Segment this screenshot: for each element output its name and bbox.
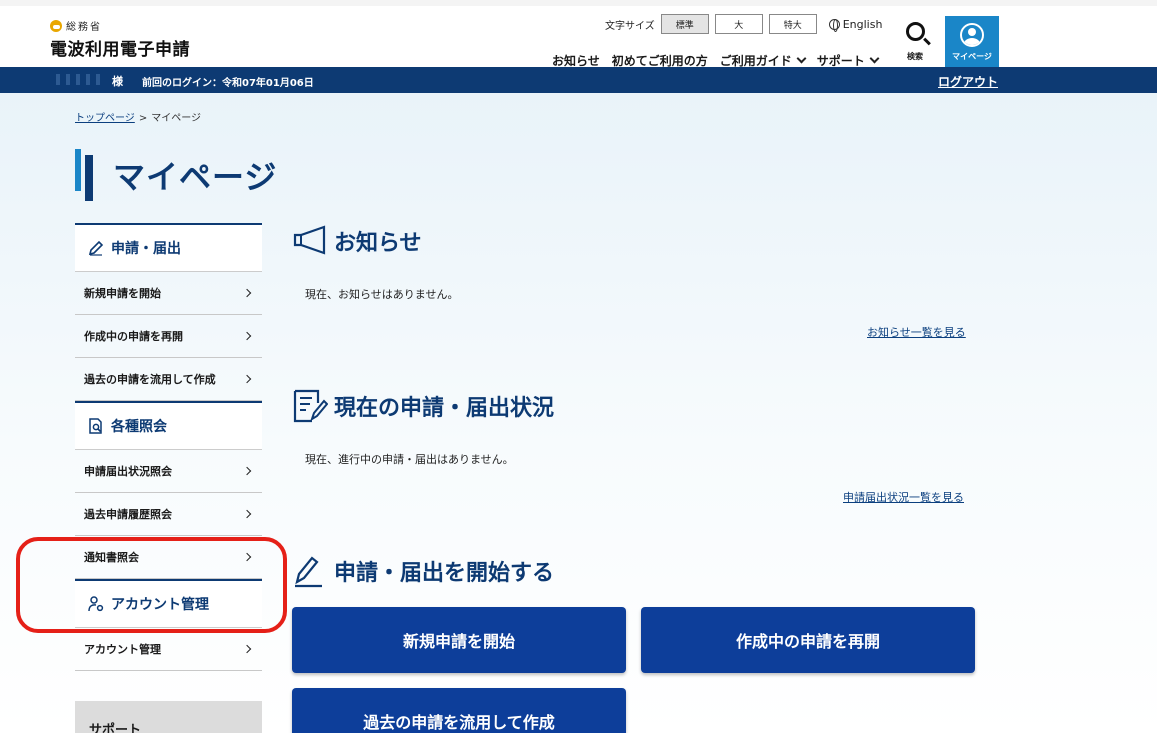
user-bar: 様 前回のログイン：令和07年01月06日 ログアウト	[0, 67, 1157, 93]
reuse-application-button[interactable]: 過去の申請を流用して作成	[292, 688, 626, 733]
notice-list-link[interactable]: お知らせ一覧を見る	[867, 324, 966, 340]
sidebar-item-reuse-application[interactable]: 過去の申請を流用して作成	[75, 358, 262, 401]
sidebar-item-label: 過去申請履歴照会	[84, 508, 172, 521]
globe-icon	[828, 18, 840, 32]
page-title: マイページ	[113, 158, 278, 196]
chevron-right-icon	[242, 288, 252, 298]
chevron-right-icon	[242, 644, 252, 654]
user-icon	[960, 23, 984, 47]
font-size-standard-button[interactable]: 標準	[660, 14, 709, 34]
pencil-icon	[88, 240, 104, 256]
sidebar-head-apply: 申請・届出	[75, 223, 262, 272]
search-label: 検索	[907, 52, 923, 61]
ministry-logo-icon	[50, 19, 62, 32]
sidebar-support-block[interactable]: サポート	[75, 701, 262, 733]
font-size-label: 文字サイズ	[605, 20, 655, 32]
sidebar-item-label: 申請届出状況照会	[84, 465, 172, 478]
site-title: 電波利用電子申請	[50, 40, 190, 60]
sidebar-item-label: 新規申請を開始	[84, 287, 161, 300]
search-icon	[905, 22, 925, 41]
chevron-right-icon	[242, 509, 252, 519]
sidebar-item-account-management[interactable]: アカウント管理	[75, 628, 262, 671]
chevron-down-icon	[796, 53, 807, 64]
search-button[interactable]: 検索	[896, 20, 934, 68]
ministry-name: 総務省	[50, 18, 190, 33]
font-size-switcher: 文字サイズ 標準 大 特大 English	[605, 14, 882, 34]
notice-heading: お知らせ	[292, 224, 422, 258]
ministry-label: 総務省	[66, 22, 102, 33]
site-logo[interactable]: 総務省 電波利用電子申請	[50, 18, 190, 60]
breadcrumb-current: マイページ	[151, 113, 202, 124]
status-heading: 現在の申請・届出状況	[292, 389, 554, 423]
start-title: 申請・届出を開始する	[334, 561, 555, 586]
font-size-large-button[interactable]: 大	[714, 14, 763, 34]
page-title-block: マイページ	[75, 149, 277, 201]
chevron-right-icon	[242, 331, 252, 341]
sidebar-item-new-application[interactable]: 新規申請を開始	[75, 272, 262, 315]
sidebar-item-history-inquiry[interactable]: 過去申請履歴照会	[75, 493, 262, 536]
logout-link[interactable]: ログアウト	[938, 73, 998, 90]
chevron-right-icon	[242, 374, 252, 384]
highlight-annotation	[16, 537, 287, 633]
site-header: 総務省 電波利用電子申請 文字サイズ 標準 大 特大 English お知らせ …	[0, 0, 1157, 70]
breadcrumb-separator: >	[138, 113, 148, 124]
notice-title: お知らせ	[334, 231, 422, 256]
mypage-label: マイページ	[952, 52, 992, 61]
status-empty-text: 現在、進行中の申請・届出はありません。	[305, 453, 514, 466]
sidebar-item-status-inquiry[interactable]: 申請届出状況照会	[75, 450, 262, 493]
last-login-text: 前回のログイン：令和07年01月06日	[142, 78, 314, 89]
sidebar-head-apply-label: 申請・届出	[111, 241, 181, 257]
start-heading: 申請・届出を開始する	[292, 554, 554, 588]
masked-username	[50, 74, 106, 85]
chevron-down-icon	[869, 53, 880, 64]
title-accent-bar	[75, 149, 93, 201]
status-title: 現在の申請・届出状況	[334, 396, 555, 421]
status-list-link[interactable]: 申請届出状況一覧を見る	[843, 489, 964, 505]
sidebar-item-resume-application[interactable]: 作成中の申請を再開	[75, 315, 262, 358]
resume-application-button[interactable]: 作成中の申請を再開	[641, 607, 975, 673]
notice-empty-text: 現在、お知らせはありません。	[305, 288, 459, 301]
sidebar-head-inquiry: 各種照会	[75, 401, 262, 450]
chevron-right-icon	[242, 466, 252, 476]
sidebar-item-label: 過去の申請を流用して作成	[84, 373, 216, 386]
username-suffix: 様	[112, 75, 123, 88]
language-link[interactable]: English	[828, 17, 883, 32]
main-area: トップページ > マイページ マイページ 申請・届出 新規申請を開始 作成中の申請を…	[0, 93, 1157, 733]
pen-icon	[295, 556, 322, 588]
sidebar-item-label: 作成中の申請を再開	[84, 330, 183, 343]
breadcrumb: トップページ > マイページ	[75, 109, 201, 124]
language-label: English	[842, 17, 883, 31]
megaphone-icon	[293, 225, 326, 255]
mypage-button[interactable]: マイページ	[945, 16, 999, 70]
sidebar-item-label: アカウント管理	[84, 643, 161, 656]
document-search-icon	[89, 418, 102, 434]
new-application-button[interactable]: 新規申請を開始	[292, 607, 626, 673]
sidebar-head-inquiry-label: 各種照会	[111, 419, 167, 435]
breadcrumb-home-link[interactable]: トップページ	[75, 113, 135, 124]
document-edit-icon	[293, 389, 328, 423]
font-size-xlarge-button[interactable]: 特大	[768, 14, 817, 34]
